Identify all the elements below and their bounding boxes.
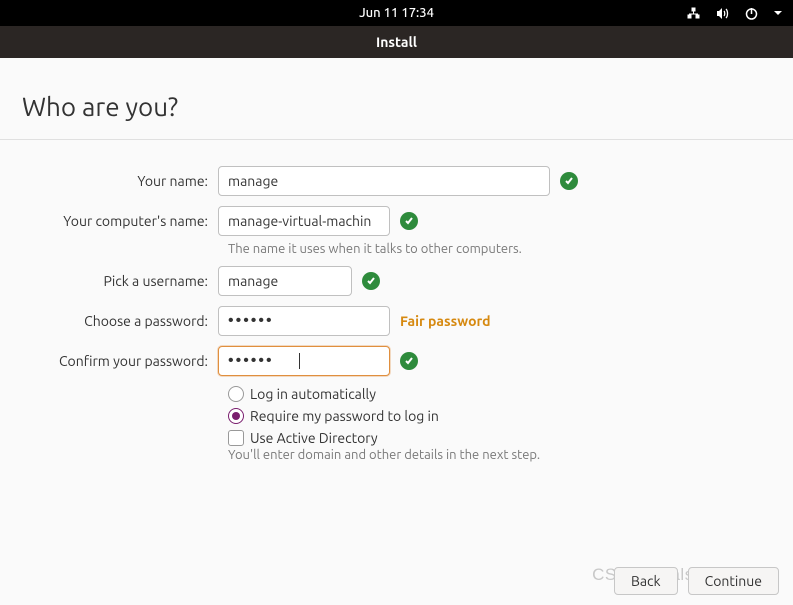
confirm-input[interactable]: •••••• xyxy=(218,346,390,376)
network-icon[interactable] xyxy=(686,6,701,21)
radio-checked-icon xyxy=(228,408,244,424)
login-auto-option[interactable]: Log in automatically xyxy=(228,386,793,402)
confirm-label: Confirm your password: xyxy=(0,353,218,369)
password-input[interactable]: •••••• xyxy=(218,306,390,336)
power-icon[interactable] xyxy=(744,6,759,21)
name-label: Your name: xyxy=(0,173,218,189)
user-form: Your name: Your computer's name: The nam… xyxy=(0,140,793,462)
back-button[interactable]: Back xyxy=(614,567,678,595)
login-password-label: Require my password to log in xyxy=(250,408,439,424)
password-label: Choose a password: xyxy=(0,313,218,329)
system-tray[interactable] xyxy=(686,6,783,21)
system-top-bar: Jun 11 17:34 xyxy=(0,0,793,26)
login-auto-label: Log in automatically xyxy=(250,386,376,402)
password-strength: Fair password xyxy=(400,313,491,329)
check-icon xyxy=(400,352,418,370)
username-input[interactable] xyxy=(218,266,352,296)
check-icon xyxy=(400,212,418,230)
check-icon xyxy=(362,272,380,290)
computer-hint: The name it uses when it talks to other … xyxy=(228,242,793,256)
checkbox-unchecked-icon xyxy=(228,430,244,446)
page-heading: Who are you? xyxy=(0,58,793,139)
ad-hint: You'll enter domain and other details in… xyxy=(228,448,793,462)
window-title: Install xyxy=(376,34,417,50)
computer-input[interactable] xyxy=(218,206,390,236)
window-title-bar: Install xyxy=(0,26,793,58)
check-icon xyxy=(560,172,578,190)
button-bar: Back Continue xyxy=(614,567,779,595)
continue-button[interactable]: Continue xyxy=(688,567,779,595)
login-password-option[interactable]: Require my password to log in xyxy=(228,408,793,424)
active-directory-label: Use Active Directory xyxy=(250,430,378,446)
name-input[interactable] xyxy=(218,166,550,196)
username-label: Pick a username: xyxy=(0,273,218,289)
chevron-down-icon[interactable] xyxy=(773,8,783,18)
active-directory-option[interactable]: Use Active Directory xyxy=(228,430,793,446)
volume-icon[interactable] xyxy=(715,6,730,21)
computer-label: Your computer's name: xyxy=(0,213,218,229)
installer-content: Who are you? Your name: Your computer's … xyxy=(0,58,793,605)
radio-unchecked-icon xyxy=(228,386,244,402)
datetime: Jun 11 17:34 xyxy=(359,6,434,20)
